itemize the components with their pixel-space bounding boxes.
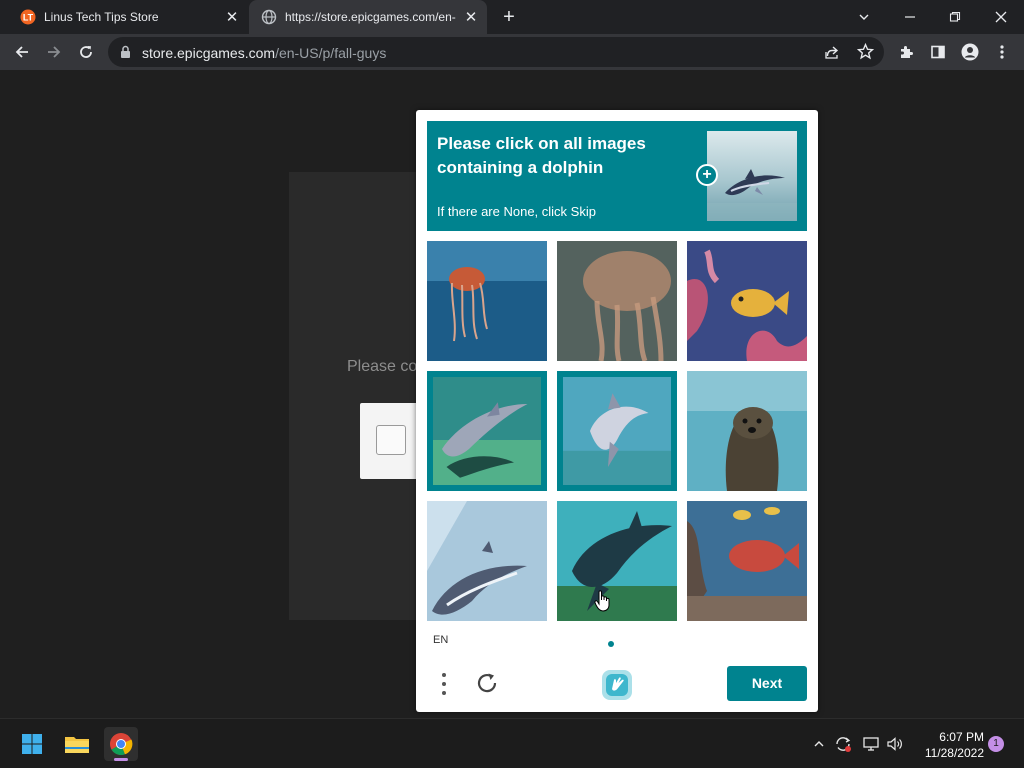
forward-arrow-icon[interactable] xyxy=(40,38,68,66)
reef-fish-image xyxy=(687,241,807,361)
side-panel-icon[interactable] xyxy=(924,38,952,66)
dolphin-image xyxy=(433,377,541,485)
bookmark-star-icon[interactable] xyxy=(856,42,875,65)
image-tile[interactable] xyxy=(687,501,807,621)
image-tile[interactable] xyxy=(427,371,547,491)
share-icon[interactable] xyxy=(824,44,840,65)
file-explorer-icon[interactable] xyxy=(60,727,94,761)
tab-search-icon[interactable] xyxy=(841,0,887,34)
hand-cursor-icon xyxy=(594,590,610,612)
image-tile[interactable] xyxy=(687,371,807,491)
close-tab-icon[interactable]: ✕ xyxy=(461,7,481,27)
browser-toolbar: store.epicgames.com/en-US/p/fall-guys xyxy=(0,34,1024,70)
captcha-menu-icon[interactable] xyxy=(436,670,452,698)
address-bar[interactable]: store.epicgames.com/en-US/p/fall-guys xyxy=(108,37,884,67)
windows-taskbar: 6:07 PM 11/28/2022 1 xyxy=(0,718,1024,768)
image-tile[interactable] xyxy=(557,501,677,621)
svg-text:LT: LT xyxy=(23,13,34,23)
expand-example-plus-icon[interactable]: + xyxy=(696,164,718,186)
image-tile[interactable] xyxy=(557,371,677,491)
image-tile[interactable] xyxy=(687,241,807,361)
image-tile[interactable] xyxy=(427,241,547,361)
image-tile[interactable] xyxy=(427,501,547,621)
tab-epic-games-store[interactable]: https://store.epicgames.com/en- ✕ xyxy=(249,0,487,34)
volume-icon[interactable] xyxy=(884,733,906,755)
tab-title: https://store.epicgames.com/en- xyxy=(285,10,456,24)
next-button[interactable]: Next xyxy=(727,666,807,701)
prompt-subtitle: If there are None, click Skip xyxy=(437,204,596,219)
prompt-title-line-1: Please click on all images xyxy=(437,134,646,153)
new-tab-button[interactable]: + xyxy=(498,6,520,28)
clock-time: 6:07 PM xyxy=(939,730,984,744)
url-path: /en-US/p/fall-guys xyxy=(275,45,387,61)
network-icon[interactable] xyxy=(860,733,882,755)
close-tab-icon[interactable]: ✕ xyxy=(222,7,242,27)
otter-image xyxy=(687,371,807,491)
tab-linus-tech-tips-store[interactable]: LT Linus Tech Tips Store ✕ xyxy=(8,0,248,34)
active-app-indicator xyxy=(114,758,128,761)
dolphin-image xyxy=(557,501,677,621)
close-window-button[interactable] xyxy=(978,0,1024,34)
captcha-checkbox[interactable] xyxy=(376,425,406,455)
ltt-logo-icon: LT xyxy=(20,9,36,25)
challenge-prompt: Please click on all images containing a … xyxy=(427,121,807,231)
refresh-challenge-icon[interactable] xyxy=(474,670,502,698)
minimize-button[interactable] xyxy=(887,0,933,34)
background-prompt-text: Please co xyxy=(347,358,418,375)
chrome-taskbar-icon[interactable] xyxy=(104,727,138,761)
jellyfish-image xyxy=(427,241,547,361)
reef-fish-image xyxy=(687,501,807,621)
browser-menu-icon[interactable] xyxy=(988,38,1016,66)
tab-title: Linus Tech Tips Store xyxy=(44,10,159,24)
prompt-title-line-2: containing a dolphin xyxy=(437,158,604,177)
dolphin-image xyxy=(563,377,671,485)
url-host: store.epicgames.com xyxy=(142,45,276,61)
windows-start-icon[interactable] xyxy=(15,727,49,761)
url-text: store.epicgames.com/en-US/p/fall-guys xyxy=(142,45,386,61)
system-clock[interactable]: 6:07 PM 11/28/2022 xyxy=(914,729,984,761)
clock-date: 11/28/2022 xyxy=(924,746,984,760)
sync-status-icon[interactable] xyxy=(832,733,854,755)
language-selector[interactable]: EN xyxy=(433,634,448,646)
jellyfish-image xyxy=(557,241,677,361)
reload-icon[interactable] xyxy=(72,38,100,66)
notification-badge[interactable]: 1 xyxy=(988,736,1004,752)
chevron-up-icon[interactable] xyxy=(808,733,830,755)
dolphin-image xyxy=(427,501,547,621)
extensions-puzzle-icon[interactable] xyxy=(892,38,920,66)
page-indicator-dot xyxy=(608,641,614,647)
lock-icon xyxy=(121,45,130,58)
captcha-challenge-dialog: Please click on all images containing a … xyxy=(416,110,818,712)
restore-button[interactable] xyxy=(932,0,978,34)
image-tile[interactable] xyxy=(557,241,677,361)
back-arrow-icon[interactable] xyxy=(8,38,36,66)
example-image[interactable] xyxy=(707,131,797,221)
tab-strip: LT Linus Tech Tips Store ✕ https://store… xyxy=(0,0,1024,34)
hcaptcha-logo-icon[interactable] xyxy=(600,668,634,702)
profile-avatar-icon[interactable] xyxy=(956,38,984,66)
globe-icon xyxy=(261,9,277,25)
